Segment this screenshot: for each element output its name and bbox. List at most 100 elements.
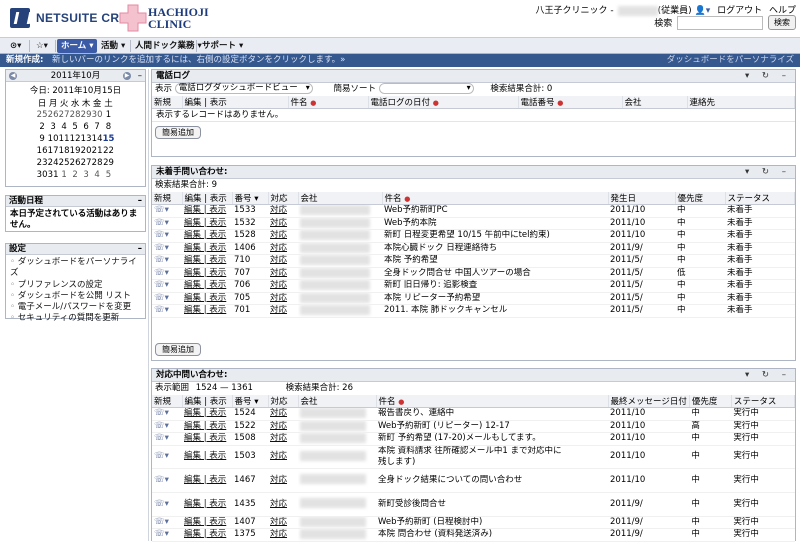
calendar-day[interactable]: 14: [92, 133, 103, 145]
prev-month-icon[interactable]: ◀: [9, 72, 17, 80]
column-header[interactable]: 会社: [622, 96, 688, 109]
new-record-icon[interactable]: ☏▾: [152, 242, 182, 255]
respond-link[interactable]: 対応: [268, 468, 298, 493]
calendar-day[interactable]: 10: [48, 133, 59, 145]
calendar-day[interactable]: 3: [48, 121, 59, 133]
calendar-day-today[interactable]: 15: [103, 133, 115, 145]
column-header[interactable]: 電話ログの日付 ●: [368, 96, 519, 109]
tab-dock-work[interactable]: 人間ドック業務 ▾: [131, 39, 206, 53]
new-record-icon[interactable]: ☏▾: [152, 229, 182, 243]
calendar-day[interactable]: 24: [48, 157, 59, 169]
column-header[interactable]: 電話番号 ●: [518, 96, 623, 109]
calendar-day[interactable]: 23: [37, 157, 48, 169]
minimize-icon[interactable]: –: [138, 196, 142, 207]
personalize-dashboard-link[interactable]: ダッシュボードをパーソナライズ: [667, 54, 794, 67]
respond-link[interactable]: 対応: [268, 420, 298, 433]
respond-link[interactable]: 対応: [268, 528, 298, 542]
tab-support[interactable]: サポート ▾: [198, 39, 247, 53]
calendar-day[interactable]: 8: [103, 121, 115, 133]
respond-link[interactable]: 対応: [268, 279, 298, 293]
column-header[interactable]: 新規: [152, 395, 183, 408]
calendar-day[interactable]: 18: [59, 145, 70, 157]
new-record-icon[interactable]: ☏▾: [152, 445, 182, 469]
quick-add-button[interactable]: 簡易追加: [155, 343, 201, 356]
new-record-icon[interactable]: ☏▾: [152, 516, 182, 529]
calendar-day[interactable]: 22: [103, 145, 115, 157]
column-header[interactable]: 発生日: [608, 192, 676, 205]
calendar-day[interactable]: 28: [92, 157, 103, 169]
column-header[interactable]: 新規: [152, 192, 183, 205]
respond-link[interactable]: 対応: [268, 492, 298, 517]
portlet-controls-icon[interactable]: ▾ ↻ –: [745, 70, 791, 83]
column-header[interactable]: 優先度: [689, 395, 732, 408]
calendar-day[interactable]: 12: [70, 133, 81, 145]
new-record-icon[interactable]: ☏▾: [152, 420, 182, 433]
respond-link[interactable]: 対応: [268, 254, 298, 268]
respond-link[interactable]: 対応: [268, 229, 298, 243]
new-record-icon[interactable]: ☏▾: [152, 492, 182, 517]
new-record-icon[interactable]: ☏▾: [152, 217, 182, 230]
calendar-day[interactable]: 9: [37, 133, 48, 145]
calendar-day[interactable]: 30: [92, 109, 103, 121]
calendar-day[interactable]: 5: [103, 169, 115, 181]
edit-view-link[interactable]: 編集 | 表示: [182, 468, 232, 493]
edit-view-link[interactable]: 編集 | 表示: [182, 292, 232, 305]
calendar-day[interactable]: 1: [59, 169, 70, 181]
column-header[interactable]: ステータス: [731, 395, 796, 408]
column-header[interactable]: 件名 ●: [288, 96, 369, 109]
edit-view-link[interactable]: 編集 | 表示: [182, 492, 232, 517]
calendar-day[interactable]: 26: [48, 109, 59, 121]
new-record-icon[interactable]: ☏▾: [152, 292, 182, 305]
calendar-day[interactable]: 25: [59, 157, 70, 169]
calendar-day[interactable]: 2: [37, 121, 48, 133]
new-record-icon[interactable]: ☏▾: [152, 254, 182, 268]
new-record-hint[interactable]: 新しいバーのリンクを追加するには、右側の設定ボタンをクリックします。»: [52, 54, 345, 67]
settings-link-security[interactable]: セキュリティの質問を更新: [10, 313, 141, 324]
edit-view-link[interactable]: 編集 | 表示: [182, 267, 232, 280]
calendar-day[interactable]: 5: [70, 121, 81, 133]
calendar-day[interactable]: 25: [37, 109, 48, 121]
sort-select[interactable]: [378, 83, 474, 94]
calendar-day[interactable]: 29: [81, 109, 92, 121]
new-record-icon[interactable]: ☏▾: [152, 204, 182, 218]
settings-link-email-password[interactable]: 電子メール/パスワードを変更: [10, 302, 141, 313]
tab-activities[interactable]: 活動 ▾: [97, 39, 129, 53]
column-header[interactable]: 編集 | 表示: [182, 192, 233, 205]
calendar-day[interactable]: 4: [59, 121, 70, 133]
column-header[interactable]: 件名 ●: [382, 192, 609, 205]
calendar-day[interactable]: 1: [103, 109, 115, 121]
search-input[interactable]: [677, 15, 764, 30]
calendar-day[interactable]: 16: [37, 145, 48, 157]
column-header[interactable]: 件名 ●: [376, 395, 609, 408]
calendar-day[interactable]: 19: [70, 145, 81, 157]
new-record-icon[interactable]: ☏▾: [152, 407, 182, 421]
new-record-icon[interactable]: ☏▾: [152, 432, 182, 446]
column-header[interactable]: ステータス: [725, 192, 795, 205]
new-record-icon[interactable]: ☏▾: [152, 528, 182, 542]
column-header[interactable]: 対応: [268, 192, 299, 205]
column-header[interactable]: 会社: [298, 192, 383, 205]
column-header[interactable]: 連絡先: [687, 96, 795, 109]
respond-link[interactable]: 対応: [268, 204, 298, 218]
calendar-day[interactable]: 13: [81, 133, 92, 145]
calendar-today[interactable]: 今日: 2011年10月15日: [6, 84, 145, 96]
edit-view-link[interactable]: 編集 | 表示: [182, 217, 232, 230]
respond-link[interactable]: 対応: [268, 242, 298, 255]
edit-view-link[interactable]: 編集 | 表示: [182, 407, 232, 421]
column-header[interactable]: 対応: [268, 395, 299, 408]
calendar-day[interactable]: 21: [92, 145, 103, 157]
next-month-icon[interactable]: ▶: [123, 72, 131, 80]
respond-link[interactable]: 対応: [268, 217, 298, 230]
edit-view-link[interactable]: 編集 | 表示: [182, 516, 232, 529]
calendar-day[interactable]: 11: [59, 133, 70, 145]
new-record-icon[interactable]: ☏▾: [152, 304, 182, 318]
calendar-day[interactable]: 17: [48, 145, 59, 157]
edit-view-link[interactable]: 編集 | 表示: [182, 420, 232, 433]
column-header[interactable]: 編集 | 表示: [182, 96, 289, 109]
new-record-icon[interactable]: ☏▾: [152, 279, 182, 293]
respond-link[interactable]: 対応: [268, 304, 298, 318]
edit-view-link[interactable]: 編集 | 表示: [182, 242, 232, 255]
new-record-icon[interactable]: ☏▾: [152, 267, 182, 280]
column-header[interactable]: 番号 ▾: [232, 395, 269, 408]
respond-link[interactable]: 対応: [268, 292, 298, 305]
